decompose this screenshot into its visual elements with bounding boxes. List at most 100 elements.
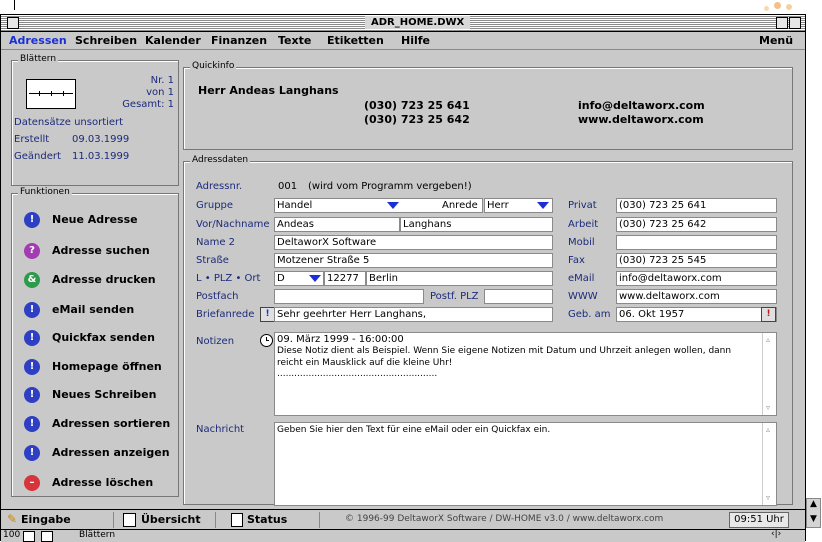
adressnr-hint: (wird vom Programm vergeben!): [308, 181, 472, 192]
chevron-down-icon: [387, 202, 399, 209]
nachname-field[interactable]: Langhans: [400, 217, 553, 232]
list-icon: [123, 513, 136, 527]
quickinfo-web: www.deltaworx.com: [578, 113, 704, 126]
land-select[interactable]: D: [274, 271, 324, 286]
briefanrede-button[interactable]: !: [260, 307, 275, 322]
quickinfo-phone2: (030) 723 25 642: [364, 113, 470, 126]
notizen-textarea[interactable]: 09. März 1999 - 16:00:00 Diese Notiz die…: [274, 332, 777, 416]
menu-hilfe[interactable]: Hilfe: [401, 34, 430, 47]
desktop-cursor-line: [14, 0, 15, 10]
record-von: von 1: [146, 87, 174, 98]
function-button-10[interactable]: – Adresse löschen: [24, 475, 174, 493]
privat-label: Privat: [568, 200, 597, 211]
briefanrede-label: Briefanrede: [196, 309, 255, 320]
layout-icon[interactable]: [23, 531, 35, 542]
email-field[interactable]: info@deltaworx.com: [616, 271, 777, 286]
status-bar: ✎ Eingabe Übersicht Status © 1996-99 Del…: [1, 509, 805, 529]
privat-field[interactable]: (030) 723 25 641: [616, 198, 777, 213]
function-icon: ?: [24, 243, 40, 259]
function-button-8[interactable]: ! Adressen sortieren: [24, 416, 174, 434]
main-window: ADR_HOME.DWX Adressen Schreiben Kalender…: [0, 14, 806, 542]
nachricht-scrollbar[interactable]: ▵ ▿: [762, 423, 777, 505]
menu-finanzen[interactable]: Finanzen: [211, 34, 267, 47]
function-button-2[interactable]: ? Adresse suchen: [24, 243, 174, 261]
nachricht-textarea[interactable]: Geben Sie hier den Text für eine eMail o…: [274, 422, 777, 506]
vorname-label: Vor/Nachname: [196, 219, 270, 230]
mobil-label: Mobil: [568, 237, 595, 248]
ort-field[interactable]: Berlin: [366, 271, 553, 286]
strasse-field[interactable]: Motzener Straße 5: [274, 253, 553, 268]
tab-uebersicht[interactable]: Übersicht: [123, 512, 223, 528]
menu-texte[interactable]: Texte: [278, 34, 311, 47]
gruppe-label: Gruppe: [196, 200, 234, 211]
notizen-label: Notizen: [196, 336, 235, 347]
postfplz-label: Postf. PLZ: [430, 291, 479, 302]
erstellt-label: Erstellt: [14, 134, 50, 145]
strasse-label: Straße: [196, 255, 229, 266]
function-label: Adresse löschen: [52, 476, 154, 489]
notizen-line2: Diese Notiz dient als Beispiel. Wenn Sie…: [277, 346, 732, 356]
function-button-5[interactable]: ! Quickfax senden: [24, 330, 174, 348]
notizen-line3: reicht ein Mausklick auf die kleine Uhr!: [277, 358, 453, 368]
notizen-line4: ........................................…: [277, 369, 438, 379]
clock-icon[interactable]: [260, 334, 273, 347]
function-button-1[interactable]: ! Neue Adresse: [24, 212, 174, 230]
menu-etiketten[interactable]: Etiketten: [327, 34, 384, 47]
desktop-dots: [760, 0, 820, 14]
adressnr-label: Adressnr.: [196, 181, 243, 192]
menu-adressen[interactable]: Adressen: [9, 34, 67, 47]
function-button-4[interactable]: ! eMail senden: [24, 302, 174, 320]
blaettern-label: Blättern: [18, 54, 59, 64]
grid-icon[interactable]: [41, 531, 53, 542]
lplzort-label: L • PLZ • Ort: [196, 273, 261, 284]
function-icon: !: [24, 212, 40, 228]
geb-field[interactable]: 06. Okt 1957: [616, 307, 777, 322]
funktionen-label: Funktionen: [18, 187, 72, 197]
tab-status[interactable]: Status: [231, 512, 311, 528]
www-field[interactable]: www.deltaworx.com: [616, 289, 777, 304]
function-icon: !: [24, 445, 40, 461]
function-label: Homepage öffnen: [52, 360, 162, 373]
function-label: Adressen sortieren: [52, 417, 171, 430]
postfplz-field[interactable]: [484, 289, 553, 304]
fax-field[interactable]: (030) 723 25 545: [616, 253, 777, 268]
arbeit-field[interactable]: (030) 723 25 642: [616, 217, 777, 232]
pencil-icon: ✎: [7, 512, 18, 526]
tab-eingabe[interactable]: ✎ Eingabe: [7, 512, 107, 528]
function-button-9[interactable]: ! Adressen anzeigen: [24, 445, 174, 463]
title-bar[interactable]: ADR_HOME.DWX: [1, 15, 805, 32]
zoom-level[interactable]: 100: [3, 530, 20, 540]
collapse-box[interactable]: [789, 17, 801, 29]
mobil-field[interactable]: [616, 235, 777, 250]
function-button-3[interactable]: & Adresse drucken: [24, 272, 174, 290]
plz-field[interactable]: 12277: [324, 271, 366, 286]
close-box[interactable]: [7, 17, 19, 29]
name2-field[interactable]: DeltaworX Software: [274, 235, 553, 250]
vorname-field[interactable]: Andeas: [274, 217, 400, 232]
notizen-scrollbar[interactable]: ▵ ▿: [762, 333, 777, 415]
function-icon: !: [24, 387, 40, 403]
geb-alert-button[interactable]: !: [761, 307, 776, 322]
function-icon: !: [24, 302, 40, 318]
erstellt-date: 09.03.1999: [72, 134, 130, 145]
postfach-field[interactable]: [274, 289, 424, 304]
function-label: Adressen anzeigen: [52, 446, 170, 459]
menu-kalender[interactable]: Kalender: [145, 34, 201, 47]
function-button-6[interactable]: ! Homepage öffnen: [24, 359, 174, 377]
navigator-control[interactable]: [26, 79, 76, 109]
postfach-label: Postfach: [196, 291, 239, 302]
adressdaten-label: Adressdaten: [190, 155, 251, 165]
zoom-box[interactable]: [776, 17, 788, 29]
record-gesamt: Gesamt: 1: [122, 99, 174, 110]
scroll-left-right[interactable]: ‹|›: [771, 529, 781, 539]
quickinfo-label: Quickinfo: [190, 61, 237, 71]
name2-label: Name 2: [196, 237, 236, 248]
briefanrede-field[interactable]: Sehr geehrter Herr Langhans,: [274, 307, 553, 322]
menu-right[interactable]: Menü: [759, 34, 793, 47]
geb-label: Geb. am: [568, 309, 611, 320]
window-scrollbar[interactable]: ▲ ▼: [806, 498, 821, 528]
menu-schreiben[interactable]: Schreiben: [75, 34, 137, 47]
function-button-7[interactable]: ! Neues Schreiben: [24, 387, 174, 405]
nachricht-text: Geben Sie hier den Text für eine eMail o…: [277, 425, 551, 435]
anrede-select[interactable]: Herr: [484, 198, 553, 213]
